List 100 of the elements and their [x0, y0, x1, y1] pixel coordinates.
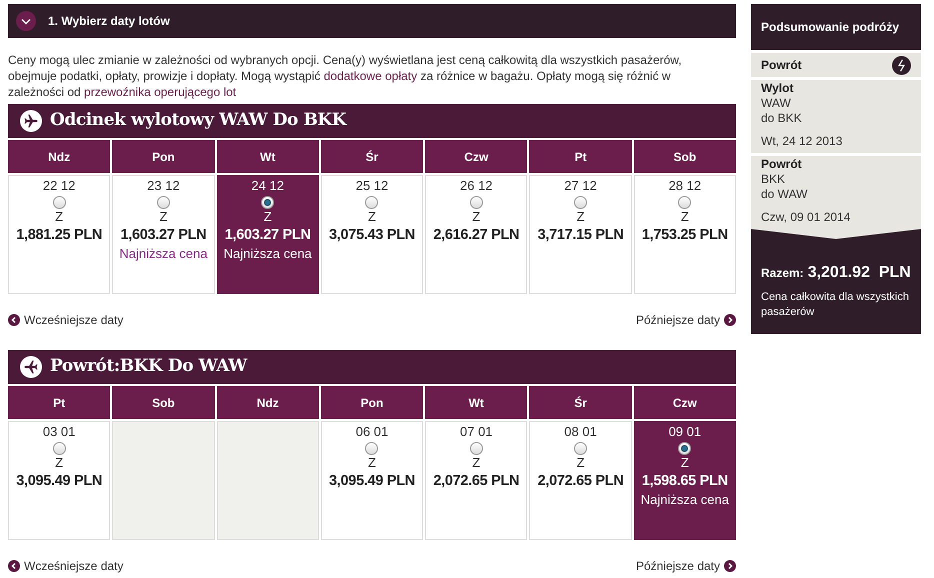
chevron-down-icon [16, 11, 36, 31]
chevron-left-icon [8, 314, 20, 326]
radio-button[interactable] [365, 442, 378, 455]
fare-cell[interactable]: 03 01 Z 3,095.49 PLN [8, 421, 110, 540]
day-header: Pon [112, 140, 215, 173]
fare-class: Z [680, 455, 689, 470]
day-header: Śr [529, 386, 632, 419]
fare-class: Z [472, 455, 480, 470]
later-dates-link[interactable]: Późniejsze daty [636, 557, 736, 575]
summary-title: Podsumowanie podróży [761, 19, 900, 36]
fare-date: 09 01 [668, 424, 702, 440]
fare-date: 25 12 [356, 178, 388, 194]
step-title: 1. Wybierz daty lotów [48, 13, 170, 30]
chevron-left-icon [8, 560, 20, 572]
fare-price: 1,753.25 PLN [642, 226, 728, 245]
fare-price: 3,095.49 PLN [16, 472, 102, 491]
fare-price: 1,603.27 PLN [224, 226, 311, 245]
radio-button[interactable] [574, 196, 588, 209]
day-header: Ndz [216, 386, 319, 419]
day-header: Pt [8, 386, 110, 419]
fare-class: Z [264, 209, 272, 224]
radio-button[interactable] [574, 442, 588, 455]
radio-button[interactable] [52, 196, 66, 209]
earlier-dates-link[interactable]: Wcześniejsze daty [8, 557, 124, 575]
section-title: Odcinek wylotowy WAW Do BKK [50, 109, 346, 132]
fare-date: 26 12 [460, 178, 493, 194]
day-header: Ndz [8, 140, 110, 173]
lowest-price-label: Najniższa cena [640, 492, 729, 508]
price-notice: Ceny mogą ulec zmianie w zależności od wybranych opcji. Cena(y) wyświetlana jest ceną całkowitą dla wszystkich pasażerów, obejmuje podatki, opłaty, prowizje i dopłaty. Mogą wystąpić dodatkowe opłaty za różnice w bagażu. Opłaty mogą się różnić w zależności od przewoźnika operującego lot [8, 52, 683, 100]
fare-cell[interactable]: 24 12 Z 1,603.27 PLN Najniższa cena [216, 175, 319, 294]
fare-cell[interactable]: 26 12 Z 2,616.27 PLN [425, 175, 528, 294]
step-header[interactable]: 1. Wybierz daty lotów [8, 4, 736, 38]
fare-class: Z [472, 209, 480, 224]
fare-date: 24 12 [251, 178, 284, 194]
plane-icon [20, 356, 42, 378]
fare-price: 1,881.25 PLN [16, 226, 102, 245]
fare-cell[interactable]: 09 01 Z 1,598.65 PLN Najniższa cena [634, 421, 736, 540]
plane-icon [20, 110, 42, 132]
day-header: Czw [425, 140, 528, 173]
leg-destination: do BKK [761, 111, 803, 126]
fare-class: Z [576, 455, 585, 470]
fare-price: 2,072.65 PLN [433, 472, 520, 491]
lowest-price-label: Najniższa cena [224, 246, 312, 262]
day-header: Wt [425, 386, 528, 419]
fare-cell[interactable]: 22 12 Z 1,881.25 PLN [8, 175, 110, 294]
fare-cell[interactable]: 07 01 Z 2,072.65 PLN [425, 421, 528, 540]
later-dates-link[interactable]: Późniejsze daty [636, 311, 736, 329]
radio-button[interactable] [470, 196, 483, 209]
leg-date: Wt, 24 12 2013 [761, 134, 844, 149]
fare-date: 28 12 [668, 178, 702, 194]
leg-origin: WAW [761, 96, 792, 111]
leg-label: Powrót [761, 157, 803, 172]
fare-class: Z [159, 209, 168, 224]
radio-button[interactable] [156, 196, 170, 209]
section-title: Powrót:BKK Do WAW [50, 355, 247, 378]
fare-price: 3,717.15 PLN [538, 226, 624, 245]
radio-button[interactable] [678, 196, 692, 209]
fare-price: 2,616.27 PLN [433, 226, 520, 245]
fare-cell[interactable]: 08 01 Z 2,072.65 PLN [529, 421, 632, 540]
fare-date: 07 01 [460, 424, 493, 440]
fare-cell[interactable]: 25 12 Z 3,075.43 PLN [320, 175, 424, 294]
fare-class: Z [368, 455, 376, 470]
fare-price: 3,075.43 PLN [329, 226, 415, 245]
fare-price: 1,603.27 PLN [120, 226, 206, 245]
fare-class: Z [368, 209, 376, 224]
leg-label: Wylot [761, 81, 794, 96]
day-header: Pon [320, 386, 424, 419]
fare-cell[interactable]: 28 12 Z 1,753.25 PLN [634, 175, 736, 294]
fare-date: 03 01 [42, 424, 76, 440]
extra-fees-link[interactable]: dodatkowe opłaty [324, 69, 418, 83]
leg-date: Czw, 09 01 2014 [761, 210, 852, 225]
lowest-price-label: Najniższa cena [119, 246, 208, 262]
fare-price: 1,598.65 PLN [642, 472, 728, 491]
day-header: Pt [529, 140, 632, 173]
leg-destination: do WAW [761, 187, 808, 202]
chevron-right-icon [724, 314, 736, 326]
fare-date: 27 12 [564, 178, 597, 194]
radio-button[interactable] [470, 442, 483, 455]
fare-class: Z [55, 209, 64, 224]
fare-price: 2,072.65 PLN [538, 472, 624, 491]
radio-button[interactable] [365, 196, 378, 209]
radio-button[interactable] [52, 442, 66, 455]
fare-cell[interactable]: 27 12 Z 3,717.15 PLN [529, 175, 632, 294]
earlier-dates-link[interactable]: Wcześniejsze daty [8, 311, 124, 329]
operating-carrier-link[interactable]: przewoźnika operującego lot [84, 85, 236, 99]
fare-date: 23 12 [147, 178, 180, 194]
radio-button[interactable] [678, 442, 692, 455]
total-price: 3,201.92 PLN [808, 263, 911, 283]
fare-date: 08 01 [564, 424, 597, 440]
total-label: Razem: [761, 265, 804, 282]
day-header: Śr [320, 140, 424, 173]
fare-class: Z [55, 455, 64, 470]
fare-date: 22 12 [42, 178, 76, 194]
chevron-right-icon [724, 560, 736, 572]
total-note: Cena całkowita dla wszystkich pasażerów [761, 290, 910, 320]
fare-cell[interactable]: 06 01 Z 3,095.49 PLN [320, 421, 424, 540]
radio-button[interactable] [261, 196, 274, 209]
fare-cell[interactable]: 23 12 Z 1,603.27 PLN Najniższa cena [112, 175, 215, 294]
fare-date: 06 01 [356, 424, 388, 440]
day-header: Sob [112, 386, 215, 419]
